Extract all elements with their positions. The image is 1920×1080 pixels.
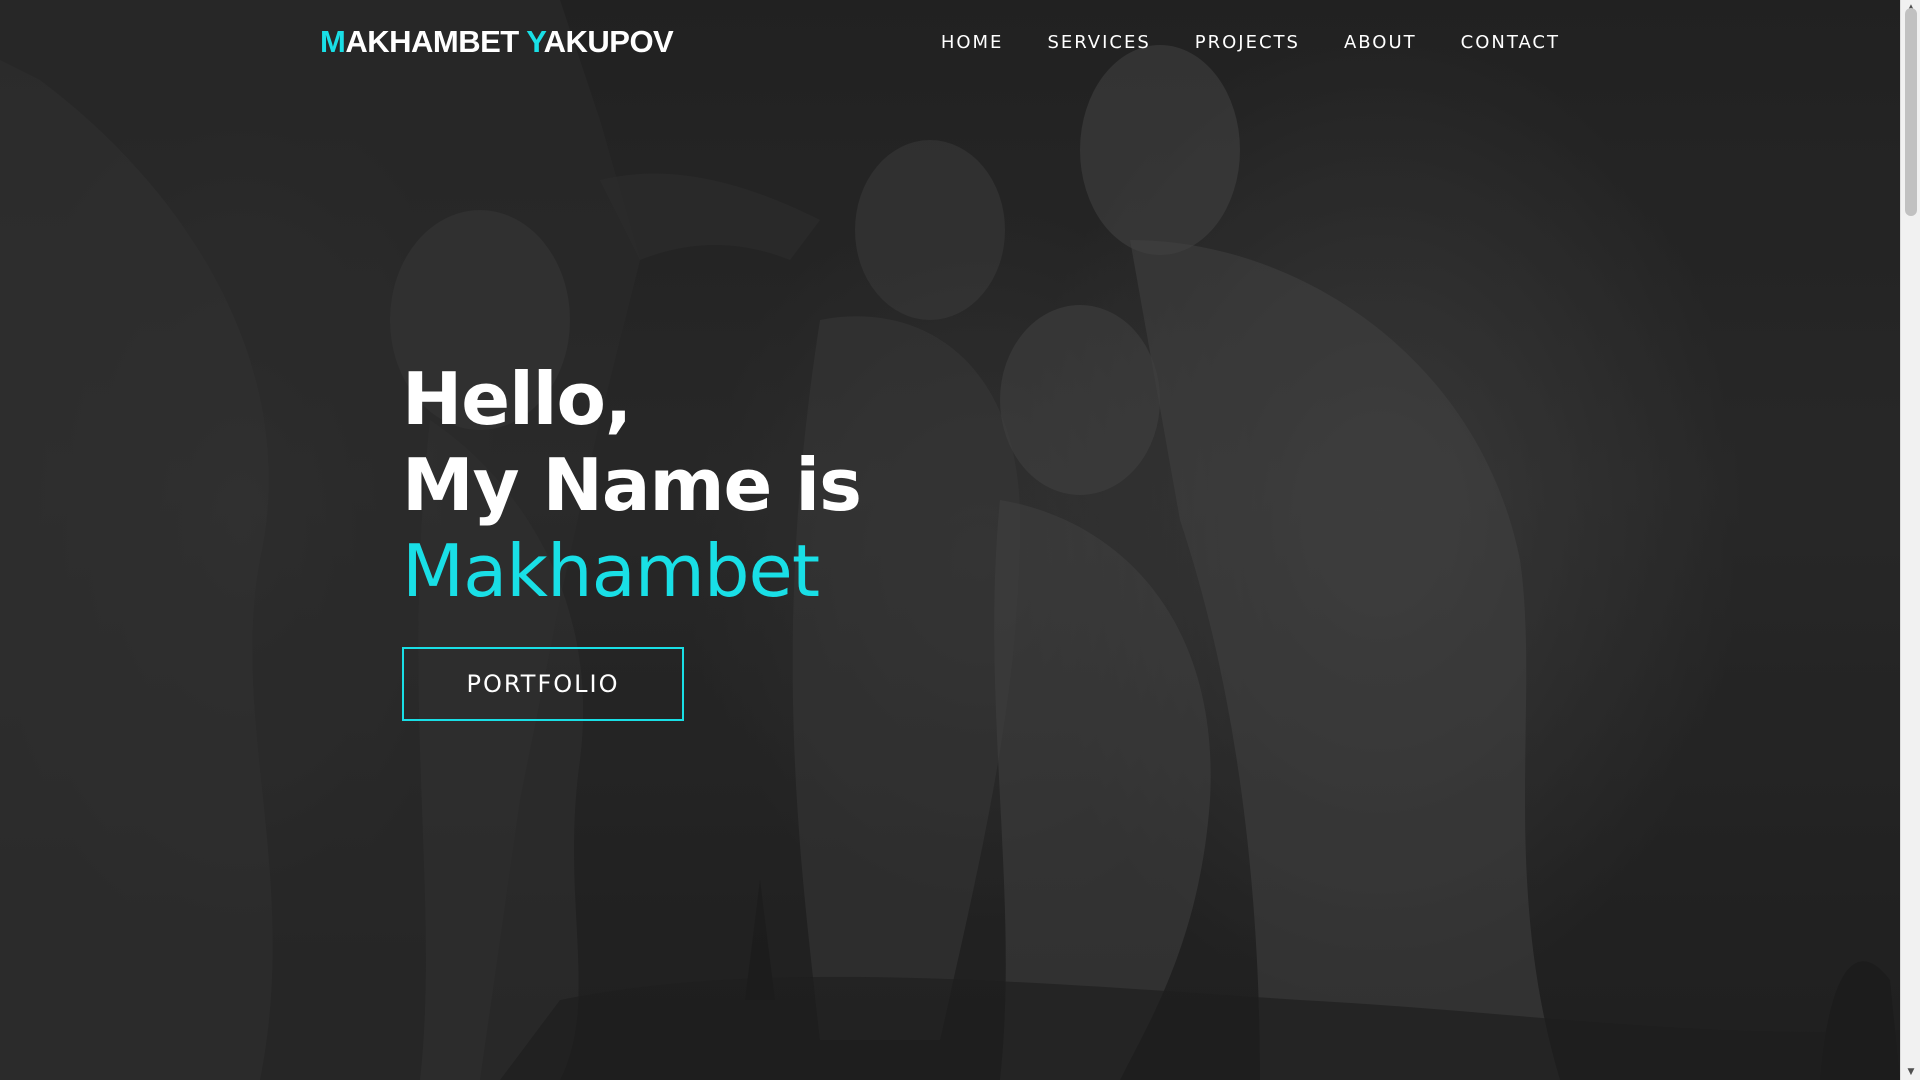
hero-intro: My Name is — [402, 443, 862, 527]
brand-logo[interactable]: MAKHAMBET YAKUPOV — [320, 24, 674, 60]
hero-name: Makhambet — [402, 529, 820, 613]
nav-link-home[interactable]: HOME — [919, 30, 1026, 55]
dark-overlay — [0, 0, 1900, 1080]
page: MAKHAMBET YAKUPOV HOME SERVICES PROJECTS… — [0, 0, 1920, 1080]
nav-link-projects[interactable]: PROJECTS — [1173, 30, 1322, 55]
nav-link-services[interactable]: SERVICES — [1025, 30, 1172, 55]
brand-last-initial: Y — [526, 24, 544, 59]
nav-link-contact[interactable]: CONTACT — [1439, 30, 1560, 55]
hero-greeting: Hello, — [402, 357, 632, 441]
brand-first-rest: AKHAMBET — [345, 24, 527, 59]
scroll-down-arrow-icon[interactable]: ▼ — [1901, 1064, 1920, 1080]
brand-last-rest: AKUPOV — [543, 24, 674, 59]
page-scrollbar[interactable]: ▲ ▼ — [1900, 0, 1920, 1080]
portfolio-button[interactable]: PORTFOLIO — [402, 647, 684, 721]
hero-heading: Hello, My Name is Makhambet — [402, 356, 862, 614]
brand-first-initial: M — [320, 24, 346, 59]
main-nav: HOME SERVICES PROJECTS ABOUT CONTACT — [919, 30, 1560, 55]
nav-link-about[interactable]: ABOUT — [1322, 30, 1439, 55]
navbar: MAKHAMBET YAKUPOV HOME SERVICES PROJECTS… — [0, 0, 1900, 86]
scroll-thumb[interactable] — [1905, 8, 1917, 216]
